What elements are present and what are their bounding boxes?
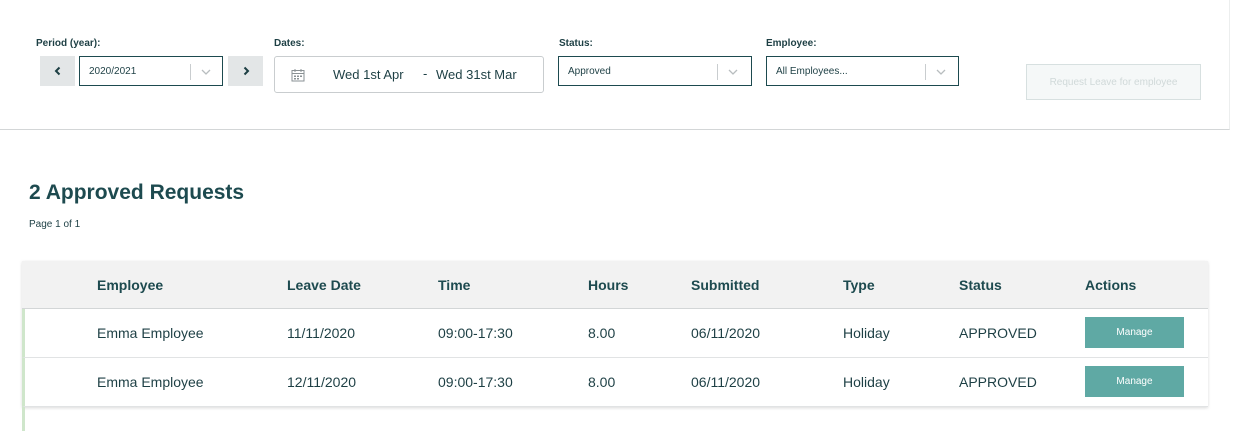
select-separator xyxy=(925,64,926,80)
column-header-status: Status xyxy=(959,277,1002,293)
cell-submitted: 06/11/2020 xyxy=(691,325,761,341)
cell-type: Holiday xyxy=(843,325,890,341)
chevron-down-icon xyxy=(728,69,738,75)
chevron-down-icon xyxy=(936,69,946,75)
manage-button[interactable]: Manage xyxy=(1085,317,1184,348)
period-select[interactable]: 2020/2021 xyxy=(79,56,223,86)
cell-employee: Emma Employee xyxy=(97,325,204,341)
chevron-down-icon xyxy=(201,69,211,75)
cell-time: 09:00-17:30 xyxy=(438,374,513,390)
previous-period-button[interactable] xyxy=(40,56,75,86)
next-period-button[interactable] xyxy=(228,56,263,86)
row-accent-bar xyxy=(22,407,25,431)
filter-bar: Period (year): 2020/2021 Dates: Wed 1st … xyxy=(0,0,1230,130)
column-header-actions: Actions xyxy=(1085,277,1137,293)
manage-button[interactable]: Manage xyxy=(1085,366,1184,397)
cell-employee: Emma Employee xyxy=(97,374,204,390)
table-header: Employee Leave Date Time Hours Submitted… xyxy=(22,261,1208,309)
date-from[interactable]: Wed 1st Apr xyxy=(333,67,404,82)
status-value: Approved xyxy=(568,66,611,77)
date-separator: - xyxy=(423,66,428,81)
column-header-hours: Hours xyxy=(588,277,629,293)
cell-leave-date: 11/11/2020 xyxy=(287,325,355,341)
table-row: Emma Employee 11/11/2020 09:00-17:30 8.0… xyxy=(22,309,1208,358)
date-range-picker[interactable]: Wed 1st Apr - Wed 31st Mar xyxy=(274,56,544,93)
cell-status: APPROVED xyxy=(959,325,1037,341)
cell-submitted: 06/11/2020 xyxy=(691,374,761,390)
cell-status: APPROVED xyxy=(959,374,1037,390)
cell-type: Holiday xyxy=(843,374,890,390)
chevron-left-icon xyxy=(54,66,60,76)
table-row: Emma Employee 12/11/2020 09:00-17:30 8.0… xyxy=(22,358,1208,407)
column-header-employee: Employee xyxy=(97,277,164,293)
pagination-info: Page 1 of 1 xyxy=(29,219,81,230)
date-to[interactable]: Wed 31st Mar xyxy=(436,67,517,82)
cell-time: 09:00-17:30 xyxy=(438,325,513,341)
column-header-time: Time xyxy=(438,277,471,293)
column-header-type: Type xyxy=(843,277,875,293)
select-separator xyxy=(717,64,718,80)
cell-hours: 8.00 xyxy=(588,374,616,390)
page-title: 2 Approved Requests xyxy=(29,181,245,204)
period-label: Period (year): xyxy=(36,38,101,49)
requests-table: Employee Leave Date Time Hours Submitted… xyxy=(22,261,1208,407)
employee-value: All Employees... xyxy=(776,66,848,77)
employee-label: Employee: xyxy=(766,38,817,49)
chevron-right-icon xyxy=(243,66,249,76)
status-label: Status: xyxy=(559,38,593,49)
request-leave-button[interactable]: Request Leave for employee xyxy=(1026,64,1201,100)
select-separator xyxy=(190,64,191,80)
status-select[interactable]: Approved xyxy=(558,56,752,86)
cell-leave-date: 12/11/2020 xyxy=(287,374,357,390)
calendar-icon xyxy=(291,69,305,82)
cell-hours: 8.00 xyxy=(588,325,616,341)
column-header-submitted: Submitted xyxy=(691,277,760,293)
dates-label: Dates: xyxy=(274,38,305,49)
column-header-leave-date: Leave Date xyxy=(287,277,361,293)
period-value: 2020/2021 xyxy=(89,66,137,77)
employee-select[interactable]: All Employees... xyxy=(766,56,959,86)
